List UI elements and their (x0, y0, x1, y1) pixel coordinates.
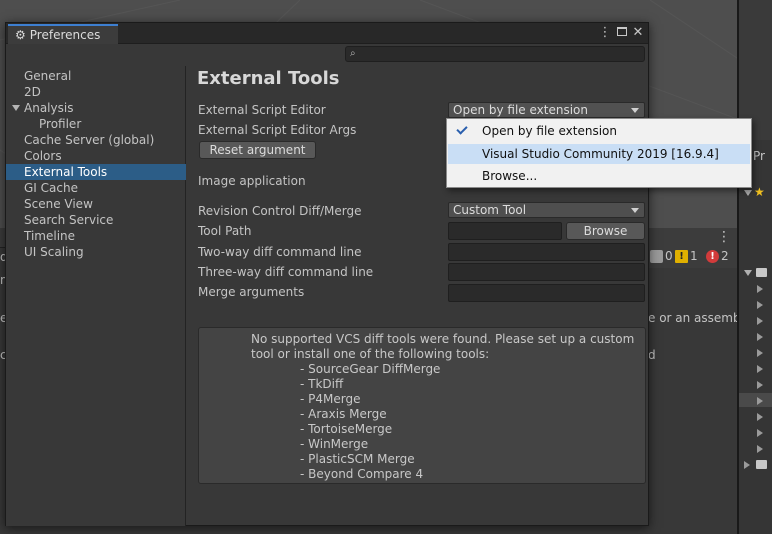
browse-button[interactable]: Browse (566, 222, 645, 240)
warning-icon: ! (675, 249, 688, 263)
project-tree-selected-row[interactable] (739, 393, 772, 407)
list-item: - PlasticSCM Merge (300, 452, 415, 466)
sidebar-item-label: Analysis (24, 101, 74, 115)
sidebar-item-gi-cache[interactable]: GI Cache (6, 180, 186, 196)
folder-icon (756, 460, 767, 469)
sidebar-item-search-service[interactable]: Search Service (6, 212, 186, 228)
list-item: - Beyond Compare 4 (300, 467, 424, 481)
preferences-window: ⚙ Preferences ⋮ ✕ ⌕ General 2D Analysis … (5, 22, 649, 526)
dropdown-value: Custom Tool (453, 203, 527, 217)
merge-arguments-input[interactable] (448, 284, 645, 302)
expand-arrow-icon[interactable] (744, 190, 752, 196)
three-way-diff-label: Three-way diff command line (198, 265, 374, 279)
collapsed-arrow-icon[interactable] (757, 285, 763, 293)
collapsed-arrow-icon[interactable] (744, 461, 750, 469)
script-editor-popup-menu: Open by file extension Visual Studio Com… (446, 118, 752, 188)
console-fragment: e or an assembly (648, 311, 752, 325)
console-info-count[interactable]: 0 (650, 249, 673, 263)
sidebar-item-timeline[interactable]: Timeline (6, 228, 186, 244)
list-item: - WinMerge (300, 437, 369, 451)
list-item: - Araxis Merge (300, 407, 387, 421)
sidebar-item-profiler[interactable]: Profiler (6, 116, 186, 132)
preferences-sidebar: General 2D Analysis Profiler Cache Serve… (6, 66, 186, 526)
error-icon: ! (706, 249, 719, 263)
gear-icon: ⚙ (15, 28, 26, 42)
info-icon (650, 249, 663, 263)
three-way-diff-input[interactable] (448, 263, 645, 281)
chevron-down-icon (631, 108, 639, 113)
list-item: - SourceGear DiffMerge (300, 362, 441, 376)
collapsed-arrow-icon[interactable] (757, 381, 763, 389)
external-script-editor-args-label: External Script Editor Args (198, 123, 357, 137)
sidebar-item-general[interactable]: General (6, 68, 186, 84)
collapsed-arrow-icon[interactable] (757, 397, 763, 405)
project-tree (739, 140, 772, 534)
page-title: External Tools (197, 68, 340, 89)
sidebar-item-ui-scaling[interactable]: UI Scaling (6, 244, 186, 260)
window-title: Preferences (29, 28, 101, 42)
tab-preferences[interactable]: ⚙ Preferences (8, 24, 118, 44)
list-item: - P4Merge (300, 392, 361, 406)
console-menu-icon[interactable]: ⋮ (717, 229, 731, 245)
collapsed-arrow-icon[interactable] (757, 301, 763, 309)
dropdown-value: Open by file extension (453, 103, 588, 117)
collapsed-arrow-icon[interactable] (757, 429, 763, 437)
collapsed-arrow-icon[interactable] (757, 365, 763, 373)
revision-control-diff-label: Revision Control Diff/Merge (198, 204, 362, 218)
window-menu-icon[interactable]: ⋮ (598, 24, 612, 42)
vcs-tool-list: - SourceGear DiffMerge - TkDiff - P4Merg… (300, 362, 440, 482)
list-item: - TkDiff (300, 377, 344, 391)
vcs-help-box: No supported VCS diff tools were found. … (198, 327, 646, 484)
sidebar-item-scene-view[interactable]: Scene View (6, 196, 186, 212)
console-fragment: d (648, 348, 656, 362)
two-way-diff-input[interactable] (448, 243, 645, 261)
merge-arguments-label: Merge arguments (198, 285, 305, 299)
expand-arrow-icon[interactable] (12, 105, 20, 111)
expand-arrow-icon[interactable] (744, 270, 752, 276)
project-tab-label[interactable]: Pr (753, 149, 765, 163)
tool-path-label: Tool Path (198, 224, 252, 238)
menu-item-browse[interactable]: Browse... (448, 166, 750, 186)
sidebar-item-external-tools[interactable]: External Tools (6, 164, 186, 180)
menu-item-label: Open by file extension (482, 124, 617, 138)
star-icon: ★ (754, 185, 765, 199)
sidebar-item-cache-server[interactable]: Cache Server (global) (6, 132, 186, 148)
collapsed-arrow-icon[interactable] (757, 333, 763, 341)
search-icon: ⌕ (350, 48, 356, 59)
collapsed-arrow-icon[interactable] (757, 413, 763, 421)
sidebar-item-2d[interactable]: 2D (6, 84, 186, 100)
search-input[interactable]: ⌕ (345, 46, 645, 62)
image-application-label: Image application (198, 174, 306, 188)
reset-argument-button[interactable]: Reset argument (199, 141, 316, 159)
collapsed-arrow-icon[interactable] (757, 445, 763, 453)
external-script-editor-label: External Script Editor (198, 103, 326, 117)
collapsed-arrow-icon[interactable] (757, 317, 763, 325)
checkmark-icon (456, 123, 468, 135)
menu-item-open-by-file-extension[interactable]: Open by file extension (448, 121, 750, 141)
chevron-down-icon (631, 208, 639, 213)
folder-icon (756, 268, 767, 277)
two-way-diff-label: Two-way diff command line (198, 245, 362, 259)
menu-item-visual-studio[interactable]: Visual Studio Community 2019 [16.9.4] (448, 144, 750, 164)
revision-control-diff-dropdown[interactable]: Custom Tool (448, 202, 645, 218)
external-script-editor-dropdown[interactable]: Open by file extension (448, 102, 645, 118)
vcs-help-text: No supported VCS diff tools were found. … (251, 332, 635, 361)
tool-path-input[interactable] (448, 222, 562, 240)
list-item: - TortoiseMerge (300, 422, 393, 436)
maximize-icon[interactable] (615, 24, 629, 42)
sidebar-item-colors[interactable]: Colors (6, 148, 186, 164)
console-error-count[interactable]: ! 2 (706, 249, 729, 263)
close-icon[interactable]: ✕ (631, 24, 645, 42)
sidebar-item-analysis[interactable]: Analysis (6, 100, 186, 116)
collapsed-arrow-icon[interactable] (757, 349, 763, 357)
console-warning-count[interactable]: ! 1 (675, 249, 698, 263)
